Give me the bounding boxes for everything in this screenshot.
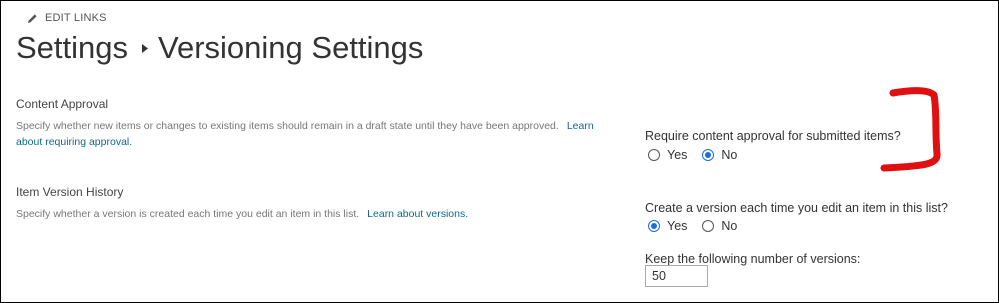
- content-approval-no-radio[interactable]: [702, 149, 715, 161]
- content-approval-no-label: No: [721, 148, 738, 162]
- create-version-yes-label: Yes: [667, 219, 688, 233]
- content-approval-title: Content Approval: [16, 97, 109, 111]
- triangle-right-icon: [142, 43, 149, 53]
- item-version-history-title: Item Version History: [16, 185, 124, 199]
- keep-versions-label: Keep the following number of versions:: [645, 252, 861, 266]
- content-approval-yes-label: Yes: [667, 148, 688, 162]
- edit-links-button[interactable]: EDIT LINKS: [27, 12, 107, 24]
- item-version-history-description-text: Specify whether a version is created eac…: [16, 208, 360, 220]
- breadcrumb-current: Versioning Settings: [158, 30, 424, 65]
- edit-links-label: EDIT LINKS: [45, 12, 107, 24]
- page-title: Settings Versioning Settings: [16, 30, 423, 66]
- learn-about-versions-link[interactable]: Learn about versions.: [367, 208, 468, 220]
- create-version-question: Create a version each time you edit an i…: [645, 201, 948, 215]
- create-version-yes-option[interactable]: Yes: [648, 219, 687, 233]
- breadcrumb-settings-link[interactable]: Settings: [16, 30, 128, 66]
- create-version-no-option[interactable]: No: [702, 219, 737, 233]
- red-bracket-annotation: [880, 87, 941, 172]
- create-version-yes-radio[interactable]: [648, 220, 660, 232]
- content-approval-yes-option[interactable]: Yes: [648, 148, 687, 162]
- content-approval-radio-group: Yes No: [648, 148, 752, 162]
- item-version-history-description: Specify whether a version is created eac…: [16, 206, 616, 222]
- content-approval-question: Require content approval for submitted i…: [645, 129, 901, 143]
- content-approval-description: Specify whether new items or changes to …: [16, 118, 611, 150]
- create-version-no-radio[interactable]: [702, 220, 715, 232]
- keep-versions-input[interactable]: [645, 265, 708, 287]
- create-version-no-label: No: [721, 219, 738, 233]
- content-approval-description-text: Specify whether new items or changes to …: [16, 120, 559, 132]
- create-version-radio-group: Yes No: [648, 219, 752, 233]
- content-approval-yes-radio[interactable]: [648, 149, 660, 161]
- content-approval-no-option[interactable]: No: [702, 148, 737, 162]
- pencil-icon: [27, 13, 38, 24]
